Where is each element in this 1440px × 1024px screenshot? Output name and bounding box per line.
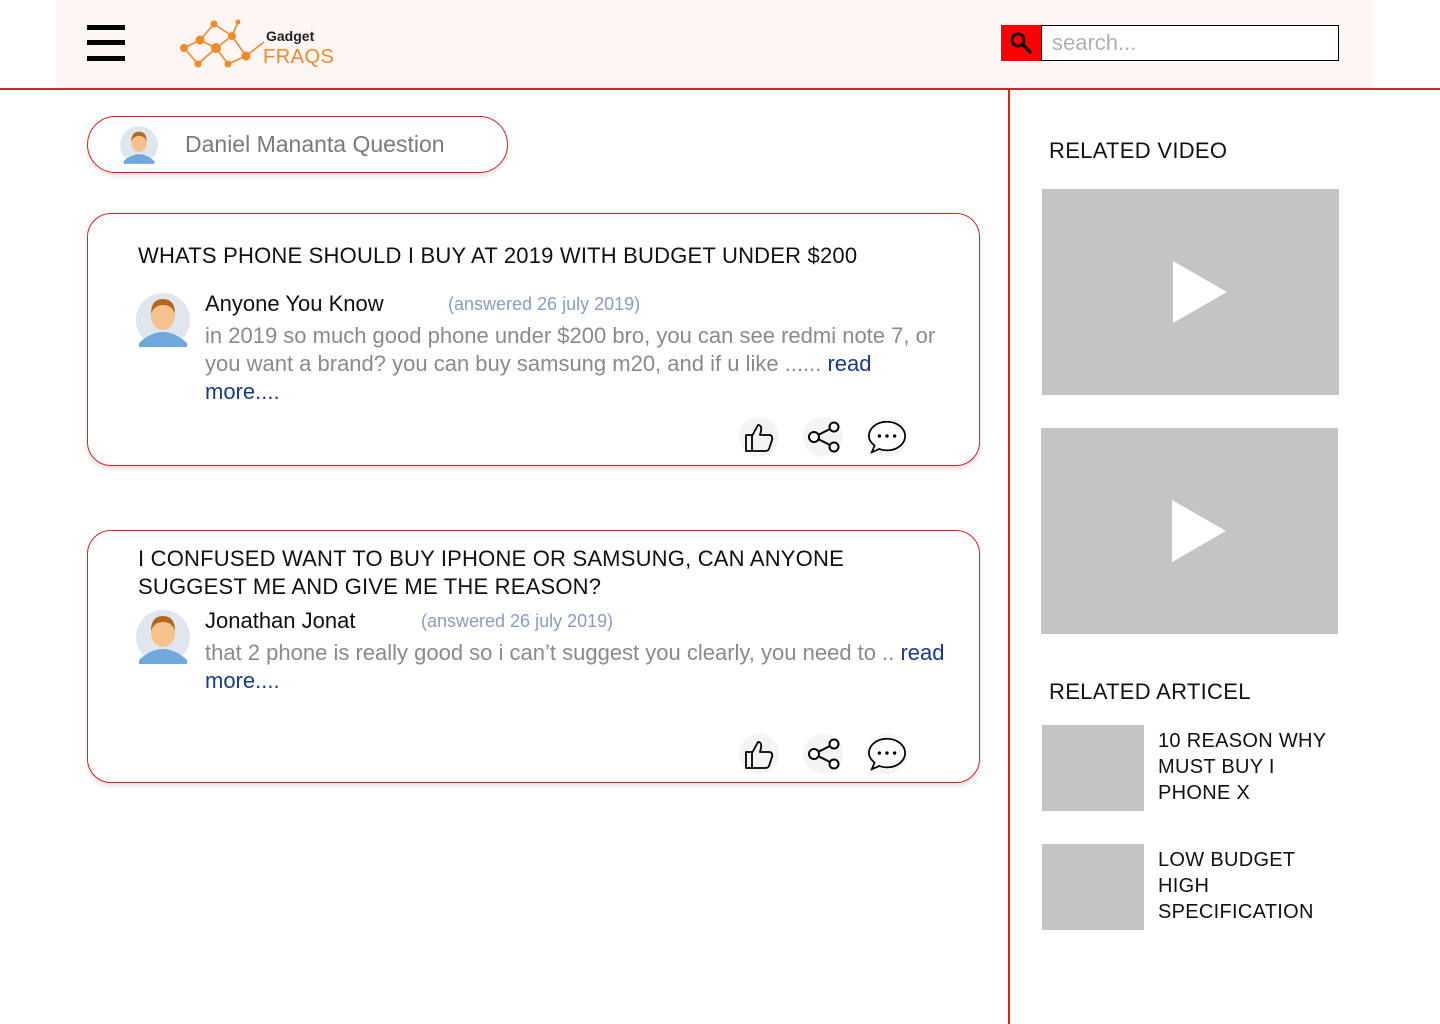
- search-input[interactable]: [1041, 25, 1339, 61]
- search-icon: [1010, 32, 1032, 54]
- question-title[interactable]: WHATS PHONE SHOULD I BUY AT 2019 WITH BU…: [138, 242, 938, 270]
- related-article-heading: RELATED ARTICEL: [1049, 679, 1251, 704]
- answerer-name[interactable]: Jonathan Jonat: [205, 608, 355, 634]
- play-icon: [1171, 500, 1226, 562]
- comment-icon: [868, 737, 906, 771]
- article-title[interactable]: 10 REASON WHY MUST BUY I PHONE X: [1158, 728, 1338, 806]
- share-icon: [808, 738, 840, 770]
- comment-button[interactable]: [867, 734, 907, 774]
- comment-button[interactable]: [867, 417, 907, 457]
- hamburger-menu-icon[interactable]: [87, 25, 125, 61]
- article-thumbnail[interactable]: [1042, 725, 1144, 811]
- answer-excerpt-text: that 2 phone is really good so i can’t s…: [205, 640, 895, 665]
- like-button[interactable]: [739, 417, 779, 457]
- like-button[interactable]: [739, 734, 779, 774]
- question-title[interactable]: I CONFUSED WANT TO BUY IPHONE OR SAMSUNG…: [138, 545, 938, 601]
- thumbs-up-icon: [745, 741, 774, 769]
- article-title[interactable]: LOW BUDGET HIGH SPECIFICATION: [1158, 847, 1328, 925]
- question-card: I CONFUSED WANT TO BUY IPHONE OR SAMSUNG…: [87, 530, 980, 783]
- answer-excerpt-text: in 2019 so much good phone under $200 br…: [205, 323, 936, 376]
- header-divider: [0, 88, 1440, 90]
- answered-date: (answered 26 july 2019): [448, 294, 641, 314]
- article-thumbnail[interactable]: [1042, 844, 1144, 930]
- answerer-avatar-icon: [136, 610, 190, 664]
- play-icon: [1172, 261, 1227, 323]
- logo[interactable]: Gadget FRAQS: [176, 18, 356, 74]
- sidebar-divider: [1008, 90, 1010, 1024]
- share-button[interactable]: [803, 734, 843, 774]
- search-button[interactable]: [1001, 25, 1041, 61]
- answerer-name[interactable]: Anyone You Know: [205, 291, 384, 317]
- share-icon: [808, 421, 840, 453]
- answered-date: (answered 26 july 2019): [421, 611, 614, 631]
- related-video-heading: RELATED VIDEO: [1049, 138, 1228, 163]
- ask-question-button[interactable]: Daniel Mananta Question: [87, 116, 508, 173]
- question-card: WHATS PHONE SHOULD I BUY AT 2019 WITH BU…: [87, 213, 980, 466]
- logo-text-fraqs: FRAQS: [263, 46, 335, 68]
- user-avatar-icon: [120, 126, 158, 164]
- share-button[interactable]: [803, 417, 843, 457]
- related-video-thumbnail[interactable]: [1042, 189, 1339, 395]
- comment-icon: [868, 420, 906, 454]
- ask-question-label: Daniel Mananta Question: [185, 131, 445, 157]
- network-logo-icon: [180, 19, 265, 68]
- answerer-avatar-icon: [136, 293, 190, 347]
- answer-excerpt: that 2 phone is really good so i can’t s…: [205, 639, 945, 695]
- logo-text-gadget: Gadget: [266, 28, 315, 44]
- thumbs-up-icon: [745, 424, 774, 452]
- answer-excerpt: in 2019 so much good phone under $200 br…: [205, 322, 945, 406]
- related-video-thumbnail[interactable]: [1041, 428, 1338, 634]
